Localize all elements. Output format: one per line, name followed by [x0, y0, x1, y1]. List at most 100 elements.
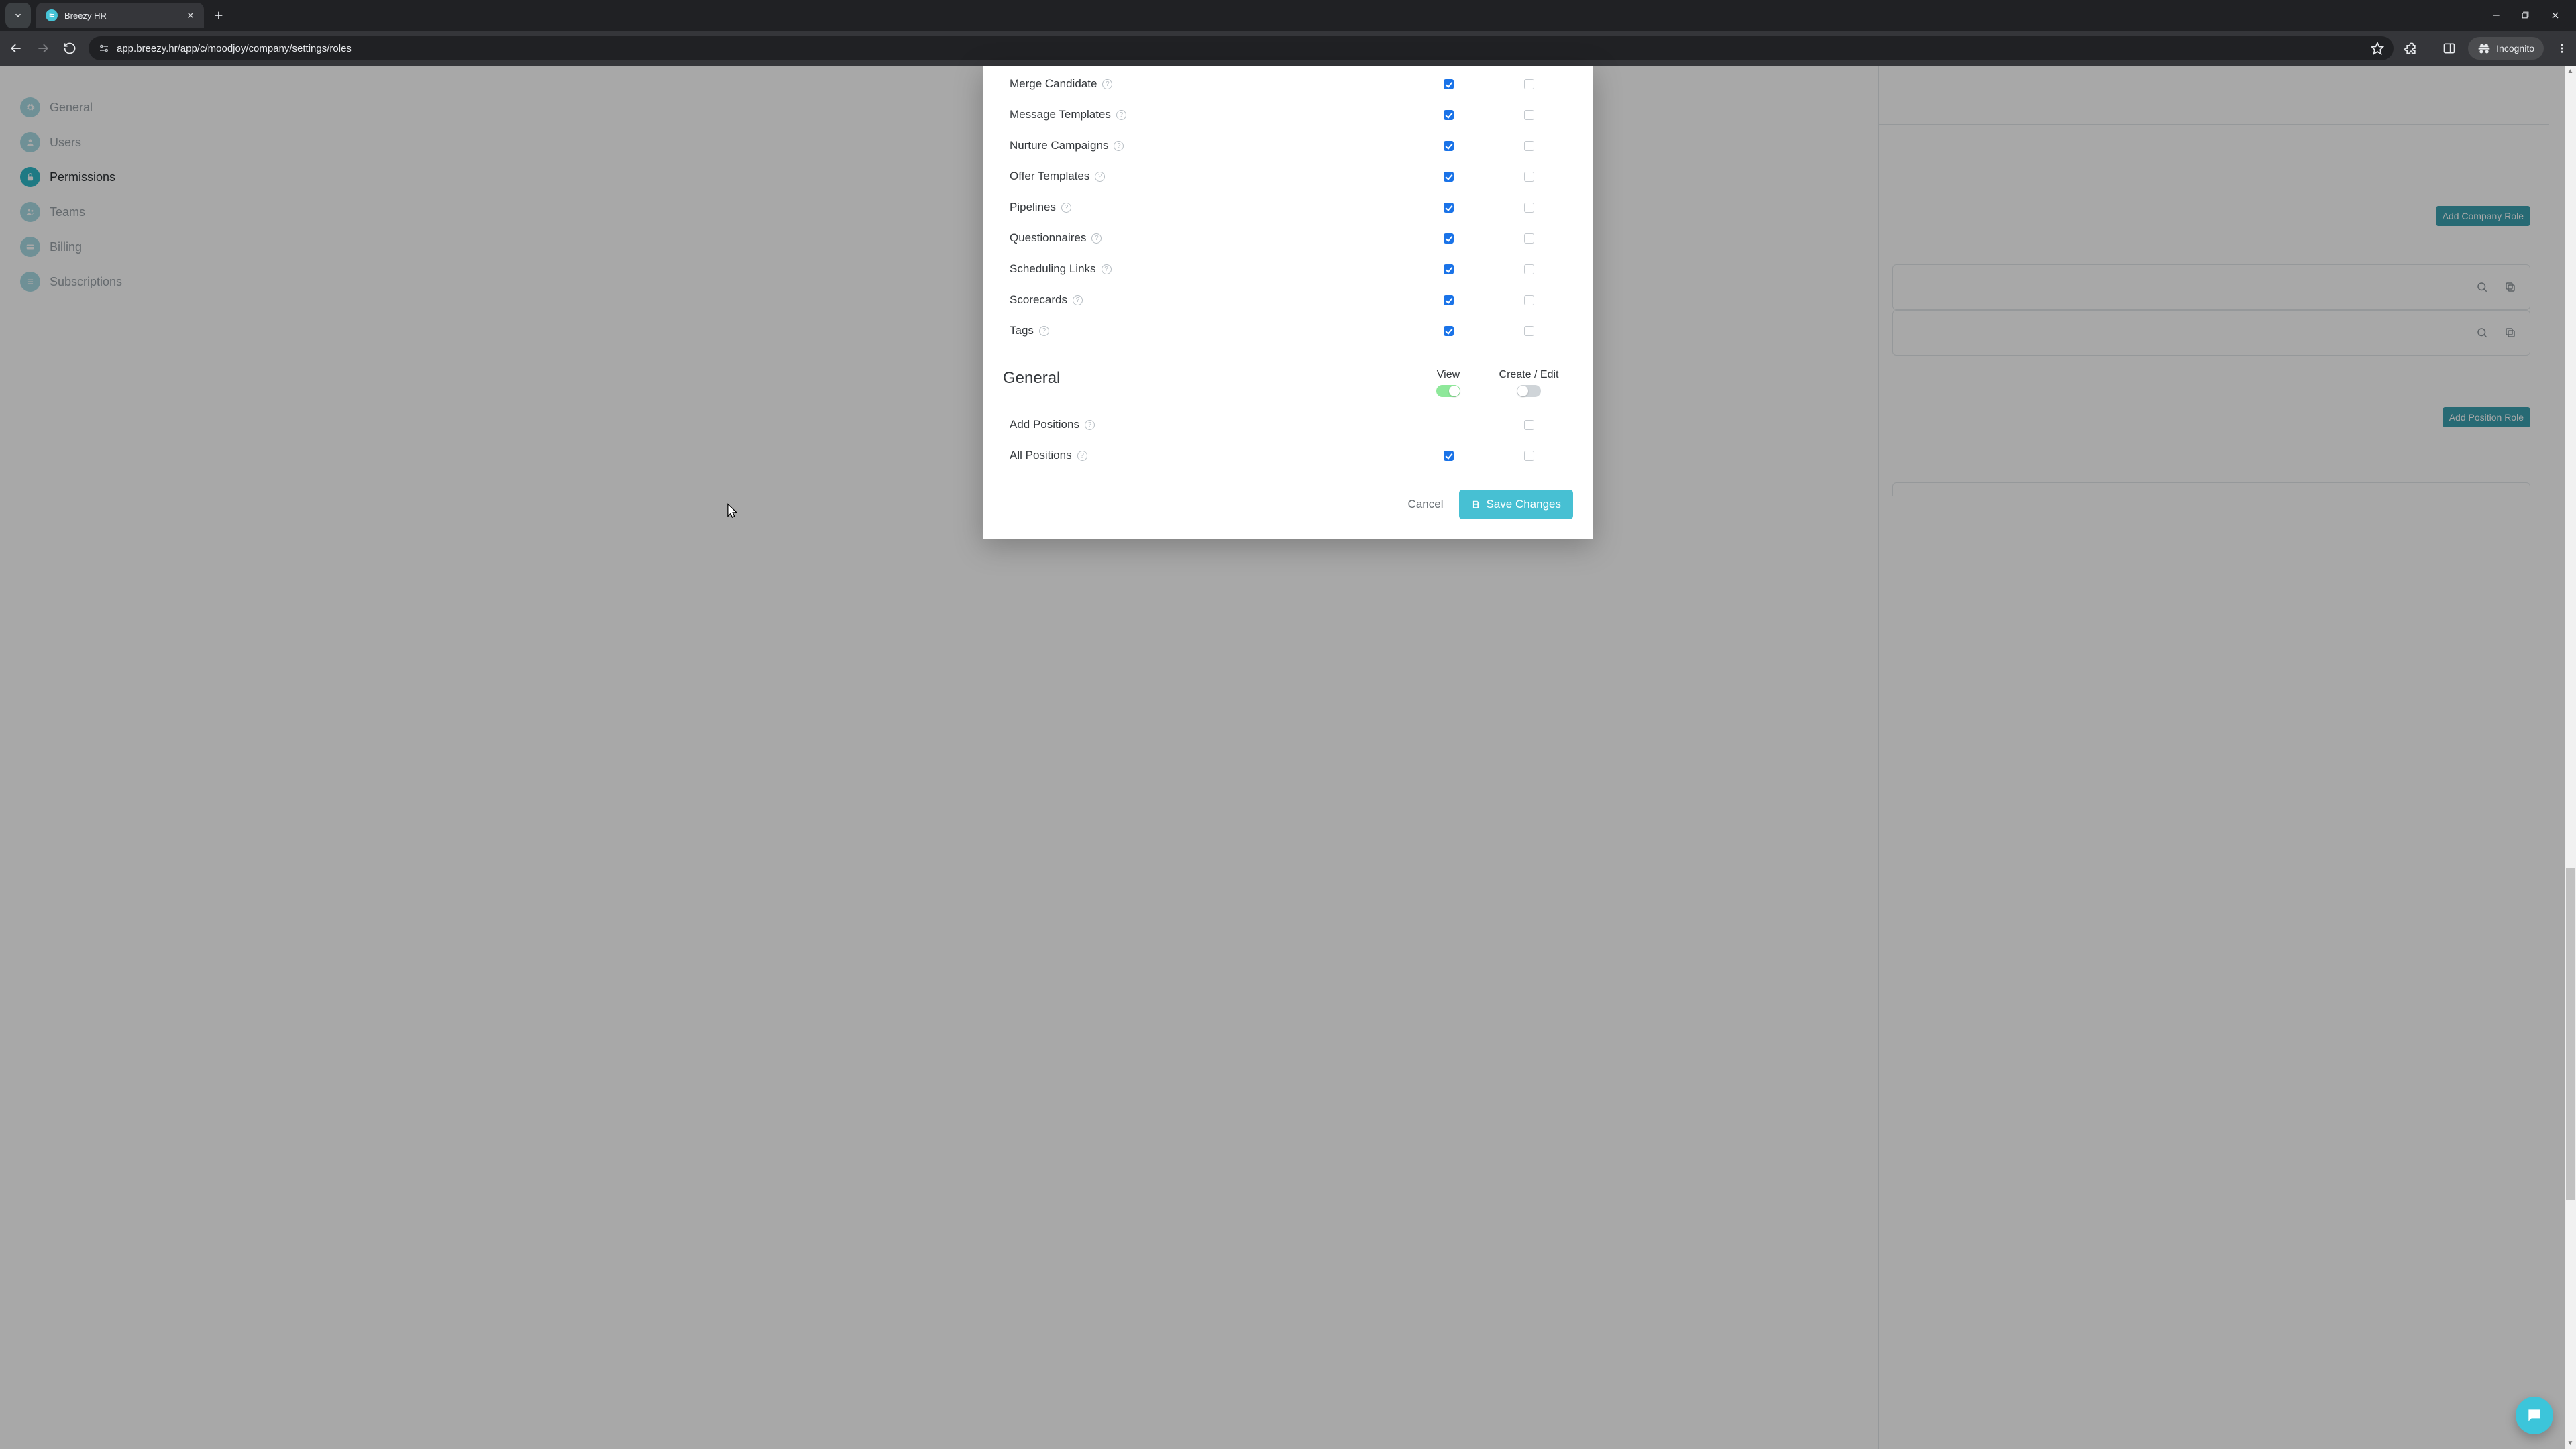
- perm-view-checkbox[interactable]: [1444, 172, 1454, 182]
- perm-edit-checkbox[interactable]: [1524, 141, 1534, 151]
- perm-label: Merge Candidate: [1010, 77, 1097, 91]
- nav-reload[interactable]: [62, 40, 78, 56]
- perm-label: Scorecards: [1010, 293, 1067, 307]
- perm-label: Scheduling Links: [1010, 262, 1096, 276]
- perm-row: Questionnaires?: [1010, 223, 1569, 254]
- incognito-label: Incognito: [2496, 43, 2534, 54]
- perm-edit-checkbox[interactable]: [1524, 264, 1534, 274]
- scroll-down-arrow[interactable]: ▼: [2565, 1438, 2576, 1449]
- perm-view-checkbox[interactable]: [1444, 295, 1454, 305]
- chevron-down-icon: [13, 11, 23, 20]
- perm-edit-checkbox[interactable]: [1524, 233, 1534, 244]
- bookmark-button[interactable]: [2371, 42, 2384, 55]
- help-icon[interactable]: ?: [1073, 295, 1083, 305]
- perm-view-checkbox[interactable]: [1444, 233, 1454, 244]
- permissions-modal: Merge Candidate?Message Templates?Nurtur…: [983, 66, 1593, 539]
- perm-row: Scheduling Links?: [1010, 254, 1569, 284]
- help-icon[interactable]: ?: [1085, 420, 1095, 430]
- perm-label: Pipelines: [1010, 201, 1056, 214]
- chat-fab[interactable]: [2516, 1397, 2553, 1434]
- nav-back[interactable]: [8, 40, 24, 56]
- help-icon[interactable]: ?: [1091, 233, 1102, 244]
- page-scrollbar[interactable]: ▲ ▼: [2565, 66, 2576, 1449]
- incognito-icon: [2477, 42, 2491, 55]
- close-icon: [2551, 11, 2560, 20]
- perm-label: Questionnaires: [1010, 231, 1086, 245]
- tab-search-button[interactable]: [5, 3, 31, 28]
- help-icon[interactable]: ?: [1039, 326, 1049, 336]
- scroll-up-arrow[interactable]: ▲: [2565, 66, 2576, 77]
- window-minimize[interactable]: [2491, 11, 2505, 20]
- perm-view-checkbox[interactable]: [1444, 451, 1454, 461]
- perm-view-checkbox[interactable]: [1444, 141, 1454, 151]
- perm-row-add-positions: Add Positions ?: [1010, 409, 1569, 440]
- save-icon: [1471, 500, 1481, 509]
- perm-row: Merge Candidate?: [1010, 68, 1569, 99]
- perm-view-checkbox[interactable]: [1444, 326, 1454, 336]
- address-bar[interactable]: app.breezy.hr/app/c/moodjoy/company/sett…: [89, 36, 2394, 60]
- browser-menu[interactable]: [2556, 42, 2568, 54]
- extensions-button[interactable]: [2404, 42, 2418, 55]
- perm-row-all-positions: All Positions ?: [1010, 440, 1569, 471]
- view-all-toggle[interactable]: [1436, 385, 1460, 397]
- cancel-button[interactable]: Cancel: [1408, 498, 1444, 511]
- perm-row: Message Templates?: [1010, 99, 1569, 130]
- breezy-favicon: [46, 9, 58, 21]
- maximize-icon: [2521, 11, 2530, 19]
- perm-edit-checkbox[interactable]: [1524, 110, 1534, 120]
- help-icon[interactable]: ?: [1061, 203, 1071, 213]
- save-button[interactable]: Save Changes: [1459, 490, 1573, 519]
- plus-icon: [213, 10, 224, 21]
- window-controls: [2491, 11, 2571, 20]
- perm-label: Add Positions: [1010, 418, 1079, 431]
- incognito-indicator[interactable]: Incognito: [2468, 37, 2544, 60]
- browser-tool-icons: Incognito: [2404, 37, 2568, 60]
- perm-view-checkbox[interactable]: [1444, 264, 1454, 274]
- window-close[interactable]: [2551, 11, 2564, 20]
- perm-view-checkbox[interactable]: [1444, 79, 1454, 89]
- perm-edit-checkbox[interactable]: [1524, 420, 1534, 430]
- column-header-view: View: [1408, 369, 1489, 397]
- minimize-icon: [2491, 11, 2501, 20]
- perm-view-checkbox[interactable]: [1444, 203, 1454, 213]
- scroll-thumb[interactable]: [2566, 868, 2575, 1200]
- chat-icon: [2526, 1407, 2543, 1424]
- perm-edit-checkbox[interactable]: [1524, 295, 1534, 305]
- perm-edit-checkbox[interactable]: [1524, 203, 1534, 213]
- browser-tabstrip: Breezy HR: [0, 0, 2576, 31]
- perm-label: All Positions: [1010, 449, 1072, 462]
- url-text: app.breezy.hr/app/c/moodjoy/company/sett…: [117, 43, 352, 54]
- perm-edit-checkbox[interactable]: [1524, 79, 1534, 89]
- perm-view-checkbox[interactable]: [1444, 110, 1454, 120]
- reload-icon: [63, 42, 76, 55]
- perm-edit-checkbox[interactable]: [1524, 172, 1534, 182]
- perm-row: Offer Templates?: [1010, 161, 1569, 192]
- help-icon[interactable]: ?: [1095, 172, 1105, 182]
- perm-label: Nurture Campaigns: [1010, 139, 1108, 152]
- help-icon[interactable]: ?: [1102, 79, 1112, 89]
- nav-forward[interactable]: [35, 40, 51, 56]
- window-maximize[interactable]: [2521, 11, 2534, 20]
- browser-tab[interactable]: Breezy HR: [36, 3, 204, 28]
- perm-row: Scorecards?: [1010, 284, 1569, 315]
- save-label: Save Changes: [1486, 498, 1561, 511]
- help-icon[interactable]: ?: [1116, 110, 1126, 120]
- column-header-edit: Create / Edit: [1489, 369, 1569, 397]
- sidepanel-button[interactable]: [2443, 42, 2456, 55]
- arrow-right-icon: [36, 42, 50, 55]
- general-section-header: General View Create / Edit: [983, 346, 1593, 400]
- tab-close-button[interactable]: [186, 11, 195, 19]
- site-settings-icon: [98, 42, 110, 54]
- help-icon[interactable]: ?: [1102, 264, 1112, 274]
- perm-edit-checkbox[interactable]: [1524, 451, 1534, 461]
- help-icon[interactable]: ?: [1077, 451, 1087, 461]
- kebab-icon: [2556, 42, 2568, 54]
- perm-edit-checkbox[interactable]: [1524, 326, 1534, 336]
- perm-row: Tags?: [1010, 315, 1569, 346]
- modal-footer: Cancel Save Changes: [983, 471, 1593, 523]
- browser-toolbar: app.breezy.hr/app/c/moodjoy/company/sett…: [0, 31, 2576, 66]
- perm-label: Tags: [1010, 324, 1034, 337]
- help-icon[interactable]: ?: [1114, 141, 1124, 151]
- new-tab-button[interactable]: [213, 10, 224, 21]
- edit-all-toggle[interactable]: [1517, 385, 1541, 397]
